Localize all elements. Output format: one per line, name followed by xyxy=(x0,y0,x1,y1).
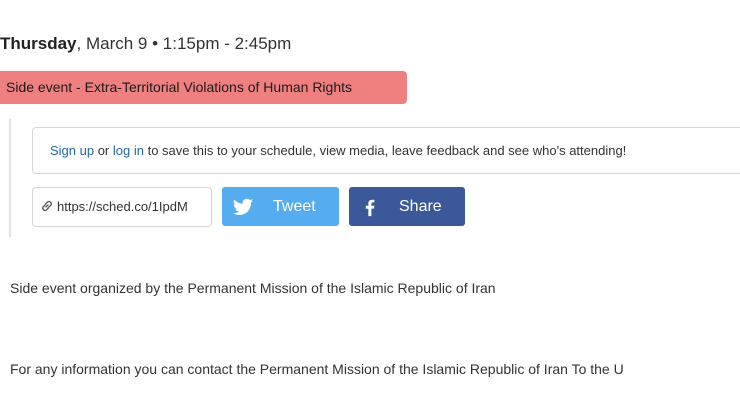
login-link[interactable]: log in xyxy=(113,143,144,158)
event-type-badge[interactable]: Side event - Extra-Territorial Violation… xyxy=(0,71,407,104)
tweet-button[interactable]: Tweet xyxy=(222,187,339,226)
link-icon xyxy=(42,200,52,212)
share-label: Share xyxy=(399,198,442,215)
twitter-bird-icon xyxy=(232,198,254,215)
event-day: Thursday xyxy=(0,34,77,53)
facebook-f-icon xyxy=(365,199,375,217)
event-description-line: Side event organized by the Permanent Mi… xyxy=(10,280,496,296)
event-datetime: Thursday, March 9 • 1:15pm - 2:45pm xyxy=(0,34,291,54)
signup-or-text: or xyxy=(94,143,113,158)
short-url-text: https://sched.co/1IpdM xyxy=(57,199,188,214)
tweet-label: Tweet xyxy=(273,198,316,215)
signup-link[interactable]: Sign up xyxy=(50,143,94,158)
short-url-field[interactable]: https://sched.co/1IpdM xyxy=(32,187,212,227)
signup-prompt-box: Sign up or log in to save this to your s… xyxy=(32,127,740,174)
event-contact-line: For any information you can contact the … xyxy=(10,361,624,377)
content-rail-divider xyxy=(9,119,11,237)
event-date-time: , March 9 • 1:15pm - 2:45pm xyxy=(76,34,292,53)
signup-rest-text: to save this to your schedule, view medi… xyxy=(143,143,627,158)
facebook-share-button[interactable]: Share xyxy=(349,187,465,226)
